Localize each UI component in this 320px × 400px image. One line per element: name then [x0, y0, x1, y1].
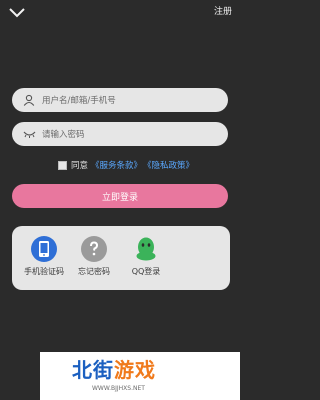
- username-placeholder: 用户名/邮箱/手机号: [42, 96, 116, 106]
- agree-checkbox[interactable]: [58, 160, 67, 170]
- eye-closed-icon[interactable]: [22, 127, 36, 141]
- agreement-row: 同意 《服务条款》 《隐私政策》: [58, 158, 194, 172]
- brand-part1: 北街: [72, 358, 114, 382]
- forgot-password[interactable]: 忘记密码: [64, 236, 124, 277]
- register-link[interactable]: 注册: [214, 6, 232, 18]
- password-field[interactable]: 请输入密码: [12, 122, 228, 146]
- forgot-password-label: 忘记密码: [78, 267, 110, 276]
- watermark-logo: 北街游戏 WWW.BJJHXS.NET: [40, 352, 240, 400]
- phone-icon: [31, 236, 57, 262]
- brand-part2: 游戏: [114, 358, 156, 382]
- user-icon: [22, 93, 36, 107]
- privacy-link[interactable]: 《隐私政策》: [143, 159, 194, 171]
- watermark-brand: 北街游戏: [72, 354, 156, 383]
- agree-label: 同意: [71, 161, 89, 171]
- login-button[interactable]: 立即登录: [12, 184, 228, 208]
- question-icon: [81, 236, 107, 262]
- terms-link[interactable]: 《服务条款》: [91, 159, 142, 171]
- qq-login-label: QQ登录: [131, 267, 161, 276]
- alt-login-panel: 手机验证码 忘记密码 QQ登录: [12, 226, 230, 290]
- qq-icon: [133, 236, 159, 262]
- username-field[interactable]: 用户名/邮箱/手机号: [12, 88, 228, 112]
- qq-login[interactable]: QQ登录: [116, 236, 176, 277]
- watermark-url: WWW.BJJHXS.NET: [92, 385, 145, 392]
- chevron-down-icon[interactable]: [8, 4, 26, 18]
- top-bar: 注册: [0, 0, 240, 26]
- password-placeholder: 请输入密码: [42, 130, 85, 140]
